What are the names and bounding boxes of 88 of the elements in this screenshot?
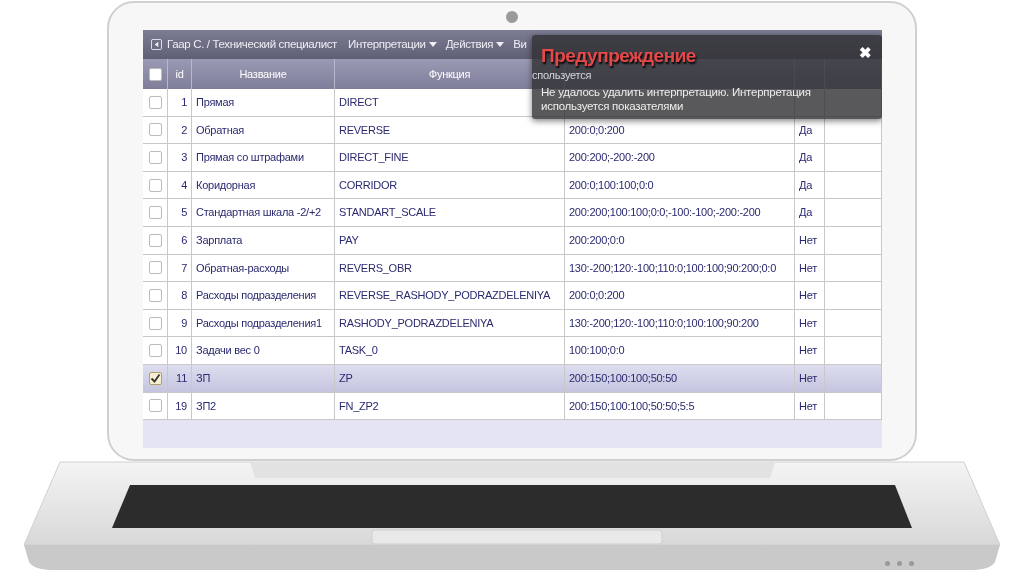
table-cell: Прямая	[192, 89, 335, 116]
row-checkbox[interactable]	[148, 288, 162, 302]
table-cell: CORRIDOR	[335, 171, 565, 199]
menu-item[interactable]: Действия	[445, 35, 505, 54]
table-row[interactable]: 5 Стандартная шкала -2/+2 STANDART_SCALE 200:200;100:100;0:0;-100:-100;-200:-200 Да	[143, 199, 882, 227]
table-cell: Расходы подразделения1	[192, 309, 335, 337]
table-row[interactable]: 10 Задачи вес 0 TASK_0 100:100;0:0 Нет	[143, 337, 882, 365]
table-row[interactable]: 8 Расходы подразделения REVERSE_RASHODY_PODRAZDELENIYA 200:0;0:200 Нет	[143, 282, 882, 310]
table-cell: Да	[795, 171, 825, 199]
table-cell: FN_ZP2	[335, 392, 565, 420]
table-cell: 4	[168, 171, 192, 199]
table-cell: RASHODY_PODRAZDELENIYA	[335, 309, 565, 337]
table-cell: 10	[168, 337, 192, 364]
row-checkbox[interactable]	[148, 316, 162, 330]
table-cell: Нет	[795, 364, 825, 392]
table-cell: 200:200;100:100;0:0;-100:-100;-200:-200	[565, 199, 795, 226]
logout-icon[interactable]	[151, 39, 162, 50]
table-cell: Обратная-расходы	[192, 254, 335, 282]
table-cell: Нет	[795, 309, 825, 337]
column-header: спользуется	[532, 68, 592, 83]
table-row[interactable]: 4 Коридорная CORRIDOR 200:0;100:100;0:0 Да	[143, 171, 882, 200]
table-cell: PAY	[335, 226, 565, 254]
table-cell: Нет	[795, 392, 825, 420]
table-cell: 8	[168, 282, 192, 309]
row-checkbox[interactable]	[148, 371, 162, 385]
table-cell: DIRECT_FINE	[335, 144, 565, 171]
table-cell: TASK_0	[335, 337, 565, 364]
table-cell: 200:200;0:0	[565, 226, 795, 254]
close-button[interactable]: ✖	[859, 45, 872, 60]
table-cell: Расходы подразделения	[192, 282, 335, 309]
table-cell: Стандартная шкала -2/+2	[192, 199, 335, 226]
table-row[interactable]: 6 Зарплата PAY 200:200;0:0 Нет	[143, 226, 882, 255]
table-cell: 19	[168, 392, 192, 420]
row-checkbox[interactable]	[148, 123, 162, 137]
table-cell: Да	[795, 199, 825, 226]
table-cell: 6	[168, 226, 192, 254]
row-checkbox[interactable]	[148, 344, 162, 358]
table-cell: 130:-200;120:-100;110:0;100:100;90:200;0:0	[565, 254, 795, 282]
table-cell: 5	[168, 199, 192, 226]
table-cell: 11	[168, 364, 192, 392]
table-cell: 1	[168, 89, 192, 116]
table-cell: Да	[795, 144, 825, 171]
row-checkbox[interactable]	[148, 261, 162, 275]
dot-icon	[909, 561, 914, 566]
table-cell: 7	[168, 254, 192, 282]
table-cell: ZP	[335, 364, 565, 392]
table-row[interactable]: 9 Расходы подразделения1 RASHODY_PODRAZDELENIYA 130:-200;120:-100;110:0;100:100;90:200 Нет	[143, 309, 882, 338]
table-cell: Прямая со штрафами	[192, 144, 335, 171]
table-cell: Обратная	[192, 116, 335, 144]
table-cell: 200:150;100:100;50:50;5:5	[565, 392, 795, 420]
table-cell: ЗП	[192, 364, 335, 392]
menu-item[interactable]: Интерпретации	[348, 35, 437, 54]
table-cell: STANDART_SCALE	[335, 199, 565, 226]
dot-icon	[897, 561, 902, 566]
row-checkbox[interactable]	[148, 399, 162, 413]
table-cell: 3	[168, 144, 192, 171]
table-row[interactable]: 19 ЗП2 FN_ZP2 200:150;100:100;50:50;5:5 Нет	[143, 392, 882, 421]
table-cell: Коридорная	[192, 171, 335, 199]
table-cell: 200:150;100:100;50:50	[565, 364, 795, 392]
menu-item[interactable]: Ви	[513, 35, 527, 54]
table-cell: REVERS_OBR	[335, 254, 565, 282]
table-cell: 200:200;-200:-200	[565, 144, 795, 171]
table-cell: 100:100;0:0	[565, 337, 795, 364]
table-cell: Нет	[795, 282, 825, 309]
table-cell: 2	[168, 116, 192, 144]
table-cell: REVERSE_RASHODY_PODRAZDELENIYA	[335, 282, 565, 309]
table-row[interactable]: 7 Обратная-расходы REVERS_OBR 130:-200;120:-100;110:0;100:100;90:200;0:0 Нет	[143, 254, 882, 283]
row-checkbox[interactable]	[148, 178, 162, 192]
table-cell: Нет	[795, 226, 825, 254]
table-cell: Нет	[795, 337, 825, 364]
table-cell: 200:0;100:100;0:0	[565, 171, 795, 199]
user-role-label: Гаар С. / Технический специалист	[167, 36, 338, 52]
table-row[interactable]: 3 Прямая со штрафами DIRECT_FINE 200:200;-200:-200 Да	[143, 144, 882, 172]
select-all-checkbox[interactable]	[148, 67, 162, 81]
table-row[interactable]: 11 ЗП ZP 200:150;100:100;50:50 Нет	[143, 364, 882, 393]
dot-icon	[885, 561, 890, 566]
table-cell: Нет	[795, 254, 825, 282]
table-cell: Задачи вес 0	[192, 337, 335, 364]
row-checkbox[interactable]	[148, 206, 162, 220]
table-cell: Зарплата	[192, 226, 335, 254]
table-cell: 9	[168, 309, 192, 337]
table-cell: 130:-200;120:-100;110:0;100:100;90:200	[565, 309, 795, 337]
table-cell: ЗП2	[192, 392, 335, 420]
row-checkbox[interactable]	[148, 151, 162, 164]
row-checkbox[interactable]	[148, 95, 162, 109]
toast-title: Предупреждение	[541, 45, 696, 67]
row-checkbox[interactable]	[148, 233, 162, 247]
table-cell: 200:0;0:200	[565, 282, 795, 309]
